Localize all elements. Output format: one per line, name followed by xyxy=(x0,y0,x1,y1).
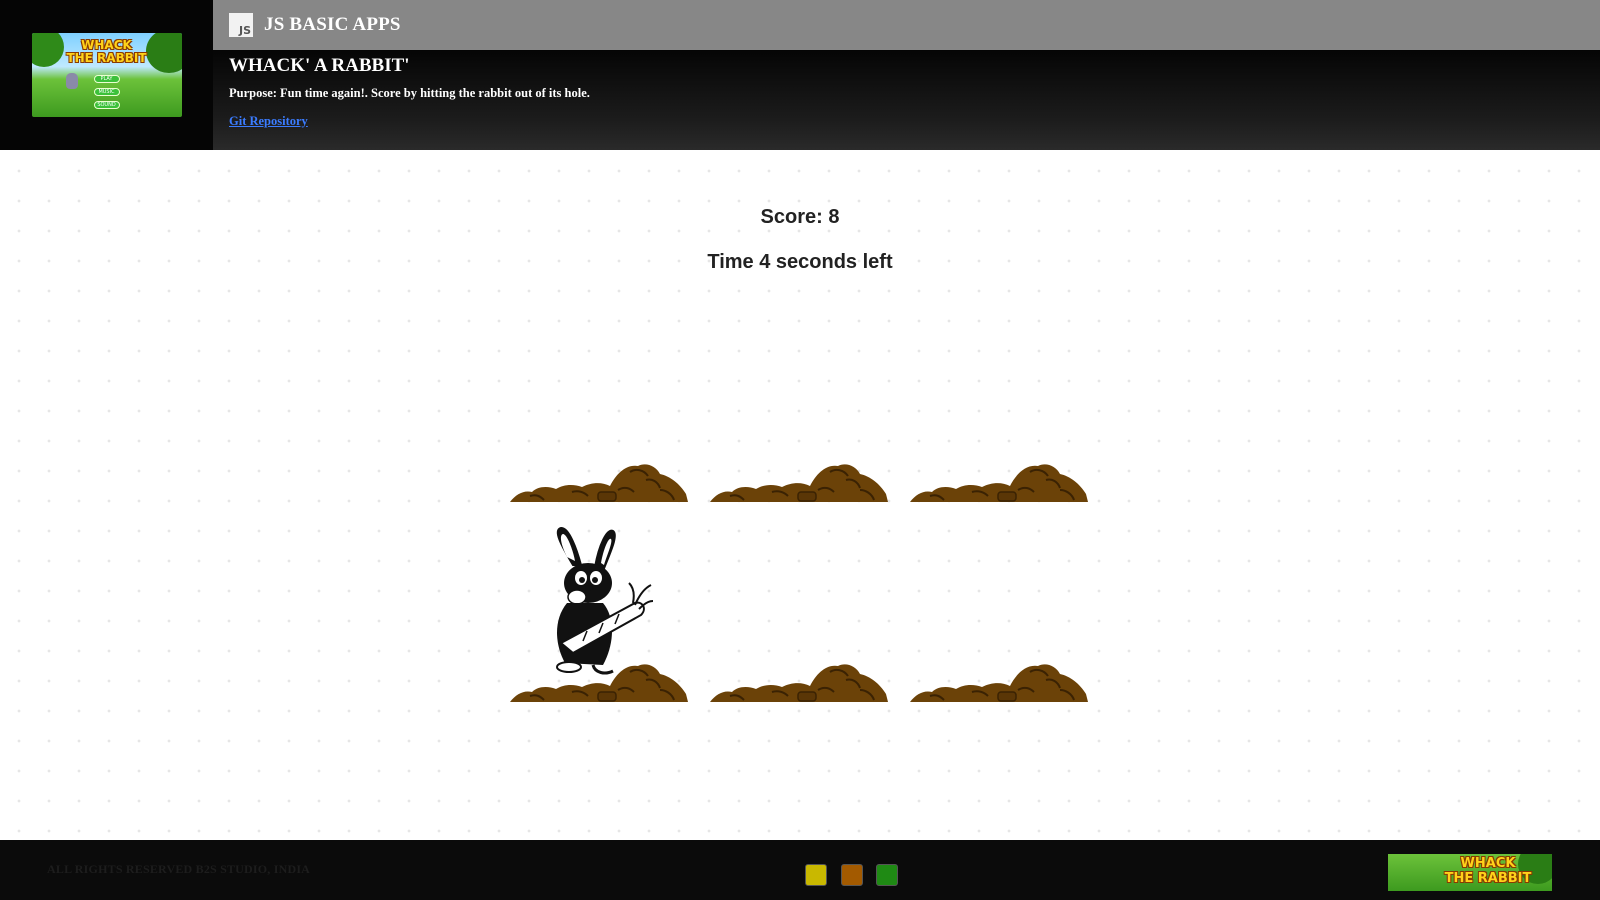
logo-menu-sound: SOUND xyxy=(93,101,120,109)
game-board: Score: 8 Time 4 seconds left xyxy=(0,150,1600,840)
brand-bar: JS JS BASIC APPS xyxy=(213,0,1600,50)
logo-menu-play: PLAY xyxy=(93,75,120,83)
rabbit-hole[interactable] xyxy=(510,460,688,502)
header-main: JS JS BASIC APPS WHACK' A RABBIT' Purpos… xyxy=(213,0,1600,150)
rabbit-target[interactable] xyxy=(543,525,653,675)
footer-logo-title: WHACK THE RABBIT xyxy=(1444,856,1532,886)
app-footer: ALL RIGHTS RESERVED B2S STUDIO, INDIA WH… xyxy=(0,840,1600,900)
rabbit-hole[interactable] xyxy=(510,660,688,702)
copyright-text: ALL RIGHTS RESERVED B2S STUDIO, INDIA xyxy=(47,862,311,876)
theme-swatch-brown[interactable] xyxy=(841,864,863,886)
rabbit-hole[interactable] xyxy=(910,660,1088,702)
rabbit-hole[interactable] xyxy=(910,460,1088,502)
app-title: WHACK' A RABBIT' xyxy=(229,55,410,76)
app-info: WHACK' A RABBIT' Purpose: Fun time again… xyxy=(213,50,1600,150)
timer-display: Time 4 seconds left xyxy=(707,251,893,273)
score-display: Score: 8 xyxy=(760,206,840,228)
theme-swatch-yellow[interactable] xyxy=(805,864,827,886)
logo-menu-music: MUSIC xyxy=(93,88,120,96)
rabbit-hole[interactable] xyxy=(710,460,888,502)
game-logo[interactable]: WHACK THE RABBIT PLAY MUSIC SOUND xyxy=(31,33,182,117)
rabbit-icon xyxy=(556,527,653,675)
theme-swatch-green[interactable] xyxy=(876,864,898,886)
brand-title: JS BASIC APPS xyxy=(264,14,401,35)
footer-game-logo: WHACK THE RABBIT xyxy=(1388,854,1552,891)
app-purpose: Purpose: Fun time again!. Score by hitti… xyxy=(229,86,590,100)
js-logo-icon: JS xyxy=(229,13,253,37)
app-header: WHACK THE RABBIT PLAY MUSIC SOUND JS JS … xyxy=(0,0,1600,150)
logo-title: WHACK THE RABBIT xyxy=(66,38,147,65)
git-repository-link[interactable]: Git Repository xyxy=(229,114,308,129)
logo-column: WHACK THE RABBIT PLAY MUSIC SOUND xyxy=(0,0,213,150)
rabbit-icon xyxy=(65,73,78,89)
rabbit-hole[interactable] xyxy=(710,660,888,702)
